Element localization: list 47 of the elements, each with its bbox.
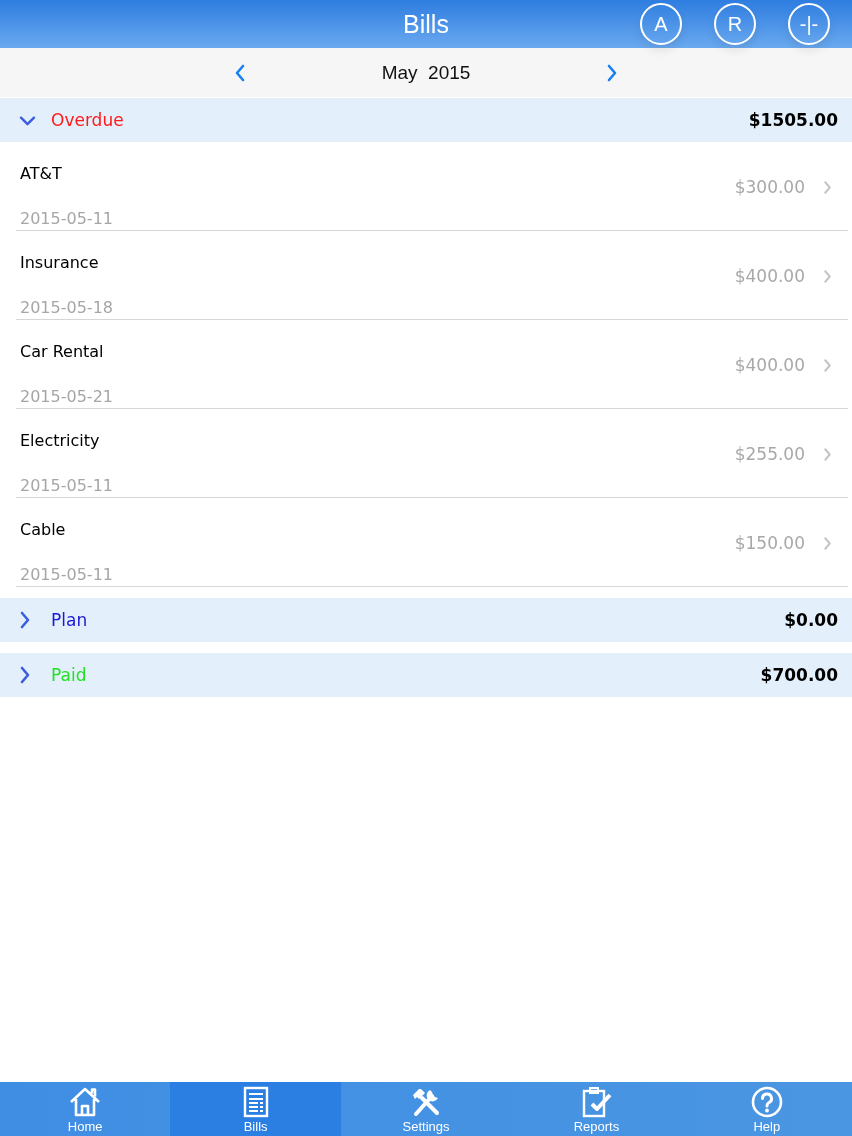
bill-date: 2015-05-11 — [20, 476, 113, 495]
bill-amount: $400.00 — [734, 266, 805, 286]
chevron-right-icon — [19, 666, 31, 684]
section-total: $0.00 — [784, 610, 838, 630]
bill-amount: $150.00 — [734, 533, 805, 553]
bill-date: 2015-05-11 — [20, 565, 113, 584]
chevron-right-icon — [19, 611, 31, 629]
bill-name: Cable — [20, 520, 67, 539]
month-label: May 2015 — [380, 61, 472, 84]
section-title: Plan — [51, 610, 88, 630]
tools-icon — [410, 1086, 442, 1118]
bill-row[interactable]: Car Rental 2015-05-21 $400.00 — [16, 320, 848, 409]
chevron-right-icon — [823, 357, 832, 373]
bill-name: Car Rental — [20, 342, 105, 361]
bill-date: 2015-05-18 — [20, 298, 113, 317]
bill-date: 2015-05-21 — [20, 387, 113, 406]
section-title: Overdue — [51, 110, 124, 130]
clipboard-check-icon — [580, 1086, 613, 1118]
bill-date: 2015-05-11 — [20, 209, 113, 228]
section-total: $1505.00 — [748, 110, 838, 130]
section-header[interactable]: Overdue $1505.00 — [0, 98, 852, 142]
chevron-right-icon — [606, 63, 618, 82]
help-icon — [750, 1086, 783, 1118]
section-header[interactable]: Paid $700.00 — [0, 653, 852, 697]
bill-row[interactable]: Cable 2015-05-11 $150.00 — [16, 498, 848, 587]
bill-amount: $400.00 — [734, 355, 805, 375]
chevron-right-icon — [823, 535, 832, 551]
bill-row[interactable]: AT&T 2015-05-11 $300.00 — [16, 142, 848, 231]
bill-amount: $255.00 — [734, 444, 805, 464]
bill-name: Insurance — [20, 253, 100, 272]
bill-row[interactable]: Insurance 2015-05-18 $400.00 — [16, 231, 848, 320]
screen-title: Bills — [403, 9, 449, 39]
chevron-right-icon — [823, 446, 832, 462]
previous-month-button[interactable] — [234, 63, 246, 82]
bill-row[interactable]: Electricity 2015-05-11 $255.00 — [16, 409, 848, 498]
bill-amount: $300.00 — [734, 177, 805, 197]
next-month-button[interactable] — [606, 63, 618, 82]
tab-item[interactable]: Bills — [170, 1082, 341, 1136]
section-header[interactable]: Plan $0.00 — [0, 598, 852, 642]
chevron-left-icon — [234, 63, 246, 82]
section-title: Paid — [51, 665, 87, 685]
section-total: $700.00 — [760, 665, 838, 685]
chevron-right-icon — [823, 179, 832, 195]
home-icon — [69, 1086, 102, 1118]
bill-name: AT&T — [20, 164, 63, 183]
bill-name: Electricity — [20, 431, 101, 450]
chevron-right-icon — [823, 268, 832, 284]
